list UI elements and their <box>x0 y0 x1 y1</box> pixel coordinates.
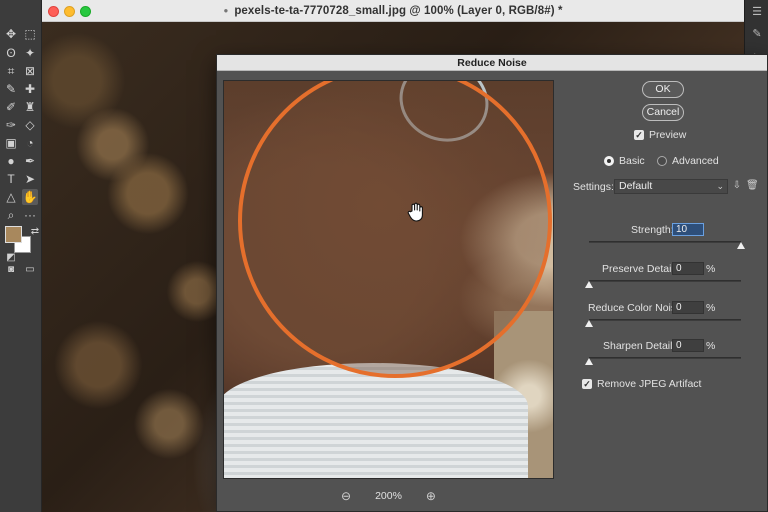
tools-panel: ✥ ⬚ ʘ ✦ ⌗ ⊠ ✎ ✚ ✐ ♜ ✑ ◇ ▣ ◔ ● ✒ T ➤ △ ✋ ⌕ ··· ◩ ⇄ ◙ ▭ <box>0 0 42 512</box>
advanced-label: Advanced <box>672 155 719 167</box>
marquee-tool-icon[interactable]: ⬚ <box>22 26 38 42</box>
preserve-details-slider[interactable] <box>589 280 741 282</box>
preserve-details-input[interactable]: 0 <box>672 262 704 275</box>
path-select-icon[interactable]: ➤ <box>22 171 38 187</box>
brush-tool-icon[interactable]: ✐ <box>3 99 19 115</box>
reduce-noise-dialog: Reduce Noise ⊖ 200% ⊕ OK Cancel ✓ Previe… <box>216 54 768 512</box>
strength-slider[interactable] <box>589 241 741 243</box>
quick-mask-icon[interactable]: ◙ <box>3 262 19 278</box>
lasso-tool-icon[interactable]: ʘ <box>3 45 19 61</box>
history-brush-icon[interactable]: ✑ <box>3 117 19 133</box>
zoom-level: 200% <box>375 490 402 502</box>
ok-button[interactable]: OK <box>642 81 684 98</box>
cancel-button[interactable]: Cancel <box>642 104 684 121</box>
strength-slider-thumb[interactable] <box>737 242 745 249</box>
sharpen-details-input[interactable]: 0 <box>672 339 704 352</box>
strength-input[interactable]: 10 <box>672 223 704 236</box>
type-tool-icon[interactable]: T <box>3 171 19 187</box>
reduce-color-noise-label: Reduce Color Noise: <box>588 302 685 314</box>
panel-brush-icon[interactable]: ✎ <box>751 28 763 40</box>
zoom-out-icon[interactable]: ⊖ <box>339 489 353 503</box>
strength-label: Strength: <box>631 224 674 236</box>
settings-label: Settings: <box>573 181 614 193</box>
dodge-tool-icon[interactable]: ● <box>3 153 19 169</box>
unsaved-indicator-icon: ● <box>223 6 229 15</box>
pen-tool-icon[interactable]: ✒ <box>22 153 38 169</box>
healing-brush-icon[interactable]: ✚ <box>22 81 38 97</box>
zoom-in-icon[interactable]: ⊕ <box>424 489 438 503</box>
magic-wand-icon[interactable]: ✦ <box>22 45 38 61</box>
reduce-color-noise-unit: % <box>706 302 716 314</box>
basic-radio[interactable] <box>604 156 614 166</box>
settings-dropdown[interactable]: Default ⌄ <box>614 179 728 194</box>
minimize-window-button[interactable] <box>64 6 75 17</box>
reduce-color-noise-slider-thumb[interactable] <box>585 320 593 327</box>
preview-label: Preview <box>649 129 687 141</box>
move-tool-icon[interactable]: ✥ <box>3 26 19 42</box>
sharpen-details-slider[interactable] <box>589 357 741 359</box>
advanced-radio[interactable] <box>657 156 667 166</box>
chevron-down-icon: ⌄ <box>716 181 724 191</box>
hand-tool-icon[interactable]: ✋ <box>22 189 38 205</box>
foreground-color-swatch[interactable] <box>5 226 22 243</box>
document-titlebar: ● pexels-te-ta-7770728_small.jpg @ 100% … <box>42 0 744 22</box>
dialog-title: Reduce Noise <box>217 55 767 71</box>
basic-label: Basic <box>619 155 645 167</box>
preview-image[interactable] <box>223 80 554 479</box>
sharpen-details-unit: % <box>706 340 716 352</box>
swap-colors-icon[interactable]: ⇄ <box>27 224 43 240</box>
panel-adjust-icon[interactable]: ☰ <box>751 6 763 18</box>
preserve-details-label: Preserve Details: <box>602 263 682 275</box>
reduce-color-noise-input[interactable]: 0 <box>672 301 704 314</box>
shape-tool-icon[interactable]: △ <box>3 189 19 205</box>
save-settings-icon[interactable]: ⇩ <box>731 180 743 192</box>
remove-jpeg-label: Remove JPEG Artifact <box>597 378 702 390</box>
preserve-details-slider-thumb[interactable] <box>585 281 593 288</box>
maximize-window-button[interactable] <box>80 6 91 17</box>
preview-checkbox[interactable]: ✓ <box>634 130 644 140</box>
gradient-tool-icon[interactable]: ▣ <box>3 135 19 151</box>
crop-tool-icon[interactable]: ⌗ <box>3 63 19 79</box>
preserve-details-unit: % <box>706 263 716 275</box>
close-window-button[interactable] <box>48 6 59 17</box>
eraser-icon[interactable]: ◇ <box>22 117 38 133</box>
document-title: pexels-te-ta-7770728_small.jpg @ 100% (L… <box>234 4 563 17</box>
sharpen-details-slider-thumb[interactable] <box>585 358 593 365</box>
frame-tool-icon[interactable]: ⊠ <box>22 63 38 79</box>
settings-value: Default <box>619 180 653 192</box>
preview-sweater <box>224 363 528 478</box>
hand-cursor-icon <box>407 202 423 222</box>
zoom-tool-icon[interactable]: ⌕ <box>3 207 19 223</box>
reduce-color-noise-slider[interactable] <box>589 319 741 321</box>
blur-tool-icon[interactable]: ◔ <box>22 135 38 151</box>
sharpen-details-label: Sharpen Details: <box>603 340 681 352</box>
delete-settings-icon[interactable]: 🗑 <box>746 180 759 192</box>
screen-mode-icon[interactable]: ▭ <box>22 262 38 278</box>
more-tools-icon[interactable]: ··· <box>22 207 38 223</box>
remove-jpeg-checkbox[interactable]: ✓ <box>582 379 592 389</box>
stamp-tool-icon[interactable]: ♜ <box>22 99 38 115</box>
preview-zoom-bar: ⊖ 200% ⊕ <box>217 479 560 512</box>
eyedropper-icon[interactable]: ✎ <box>3 81 19 97</box>
